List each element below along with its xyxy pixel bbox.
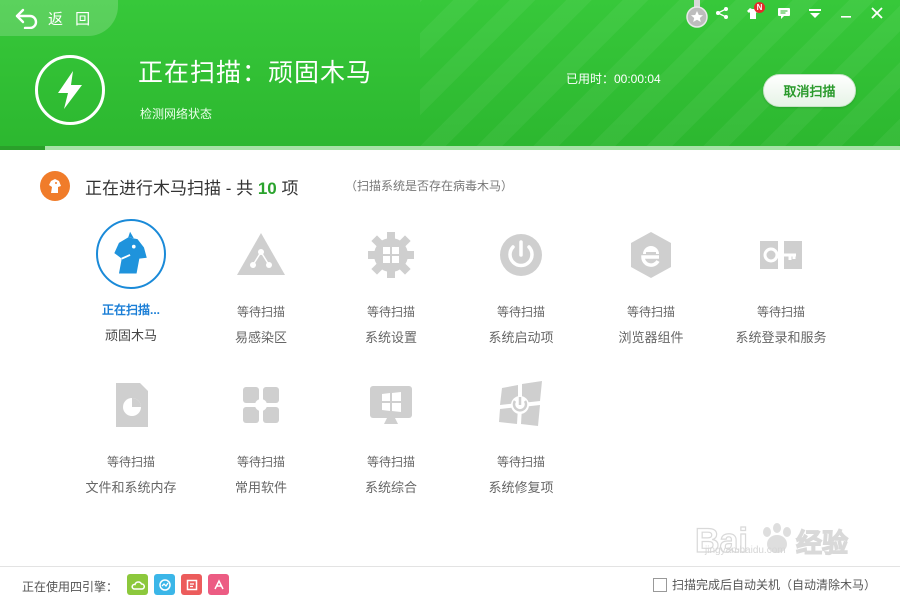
item-status: 正在扫描...	[101, 303, 160, 317]
puzzle-icon	[225, 369, 297, 441]
medal-icon[interactable]	[686, 0, 708, 28]
auto-shutdown-option[interactable]: 扫描完成后自动关机（自动清除木马）	[653, 576, 876, 593]
scan-item-infection-area: 等待扫描 易感染区	[196, 219, 326, 346]
auto-shutdown-label: 扫描完成后自动关机（自动清除木马）	[672, 578, 877, 592]
close-icon	[870, 7, 883, 19]
windows-repair-icon	[485, 369, 557, 441]
item-status: 等待扫描	[106, 455, 155, 469]
item-name: 系统启动项	[488, 330, 554, 345]
lightning-icon	[58, 71, 82, 109]
scan-item-common-software: 等待扫描 常用软件	[196, 369, 326, 496]
menu-dropdown-icon	[808, 9, 821, 18]
item-status: 等待扫描	[496, 305, 545, 319]
ie-browser-icon	[615, 219, 687, 291]
minimize-button[interactable]	[830, 2, 861, 24]
scan-header: 返 回 N 正在扫描：顽固木马 检测网络状态 已用时：00:00:04 取消扫描	[0, 0, 900, 150]
item-name: 易感染区	[234, 330, 287, 345]
minimize-icon	[840, 16, 851, 18]
warning-triangle-icon	[225, 219, 297, 291]
cancel-scan-button[interactable]: 取消扫描	[763, 74, 856, 107]
file-pie-icon	[95, 369, 167, 441]
bolt-badge	[35, 55, 105, 125]
key-service-icon	[745, 219, 817, 291]
scan-item-file-memory: 等待扫描 文件和系统内存	[66, 369, 196, 496]
item-name: 系统修复项	[488, 480, 554, 495]
section-title: 正在进行木马扫描 - 共 10 项	[85, 174, 299, 199]
scan-item-system-repair: 等待扫描 系统修复项	[456, 369, 586, 496]
status-footer: 正在使用四引擎： 扫描完成后自动关机（自动清除木马）	[0, 566, 900, 600]
share-button[interactable]	[706, 2, 737, 24]
scan-progress-fill	[0, 146, 45, 150]
power-icon	[485, 219, 557, 291]
item-status: 等待扫描	[236, 305, 285, 319]
engines-label: 正在使用四引擎：	[22, 580, 119, 594]
trojan-scan-icon	[40, 171, 70, 201]
item-status: 等待扫描	[626, 305, 675, 319]
item-name: 常用软件	[234, 480, 287, 495]
engine-list	[127, 574, 229, 595]
horse-head-icon	[49, 179, 61, 193]
item-status: 等待扫描	[366, 305, 415, 319]
scan-progress-bar	[0, 146, 900, 150]
notification-badge: N	[754, 2, 765, 13]
monitor-windows-icon	[355, 369, 427, 441]
qvm-engine-icon[interactable]	[154, 574, 175, 595]
item-status: 等待扫描	[756, 305, 805, 319]
section-title-prefix: 正在进行木马扫描 - 共	[85, 179, 254, 198]
bitdefender-engine-icon[interactable]	[181, 574, 202, 595]
section-hint: （扫描系统是否存在病毒木马）	[345, 179, 514, 193]
item-name: 文件和系统内存	[85, 480, 177, 495]
scan-subtitle: 检测网络状态	[140, 107, 213, 121]
gear-windows-icon	[355, 219, 427, 291]
scan-item-system-settings: 等待扫描 系统设置	[326, 219, 456, 346]
back-button[interactable]: 返 回	[0, 0, 118, 36]
item-name: 顽固木马	[104, 328, 157, 343]
svg-text:经验: 经验	[796, 528, 848, 558]
skin-button[interactable]: N	[737, 2, 768, 24]
baidu-watermark-logo: Bai 经验	[695, 521, 849, 560]
scan-item-stubborn-trojan: 正在扫描... 顽固木马	[66, 219, 196, 344]
item-name: 浏览器组件	[618, 330, 684, 345]
close-button[interactable]	[861, 2, 892, 24]
item-name: 系统登录和服务	[735, 330, 827, 345]
item-count: 10	[257, 179, 277, 198]
avira-engine-icon[interactable]	[208, 574, 229, 595]
menu-button[interactable]	[799, 2, 830, 24]
message-icon	[777, 8, 790, 19]
item-status: 等待扫描	[366, 455, 415, 469]
scan-item-system-general: 等待扫描 系统综合	[326, 369, 456, 496]
item-status: 等待扫描	[236, 455, 285, 469]
scan-item-startup: 等待扫描 系统启动项	[456, 219, 586, 346]
back-arrow-icon	[15, 8, 38, 29]
section-title-suffix: 项	[281, 179, 299, 198]
scan-item-login-service: 等待扫描 系统登录和服务	[716, 219, 846, 346]
scan-title: 正在扫描：顽固木马	[138, 59, 373, 87]
item-status: 等待扫描	[496, 455, 545, 469]
watermark-url: jingyan.baidu.com	[705, 545, 786, 556]
scan-item-browser: 等待扫描 浏览器组件	[586, 219, 716, 346]
elapsed-time: 已用时：00:00:04	[566, 72, 661, 86]
cloud-engine-icon[interactable]	[127, 574, 148, 595]
feedback-button[interactable]	[768, 2, 799, 24]
back-label: 返 回	[48, 10, 95, 28]
item-name: 系统设置	[364, 330, 417, 345]
item-name: 系统综合	[364, 480, 417, 495]
share-icon	[715, 7, 728, 19]
window-controls: N	[706, 2, 892, 24]
auto-shutdown-checkbox[interactable]	[653, 577, 667, 592]
horse-icon	[96, 219, 166, 289]
